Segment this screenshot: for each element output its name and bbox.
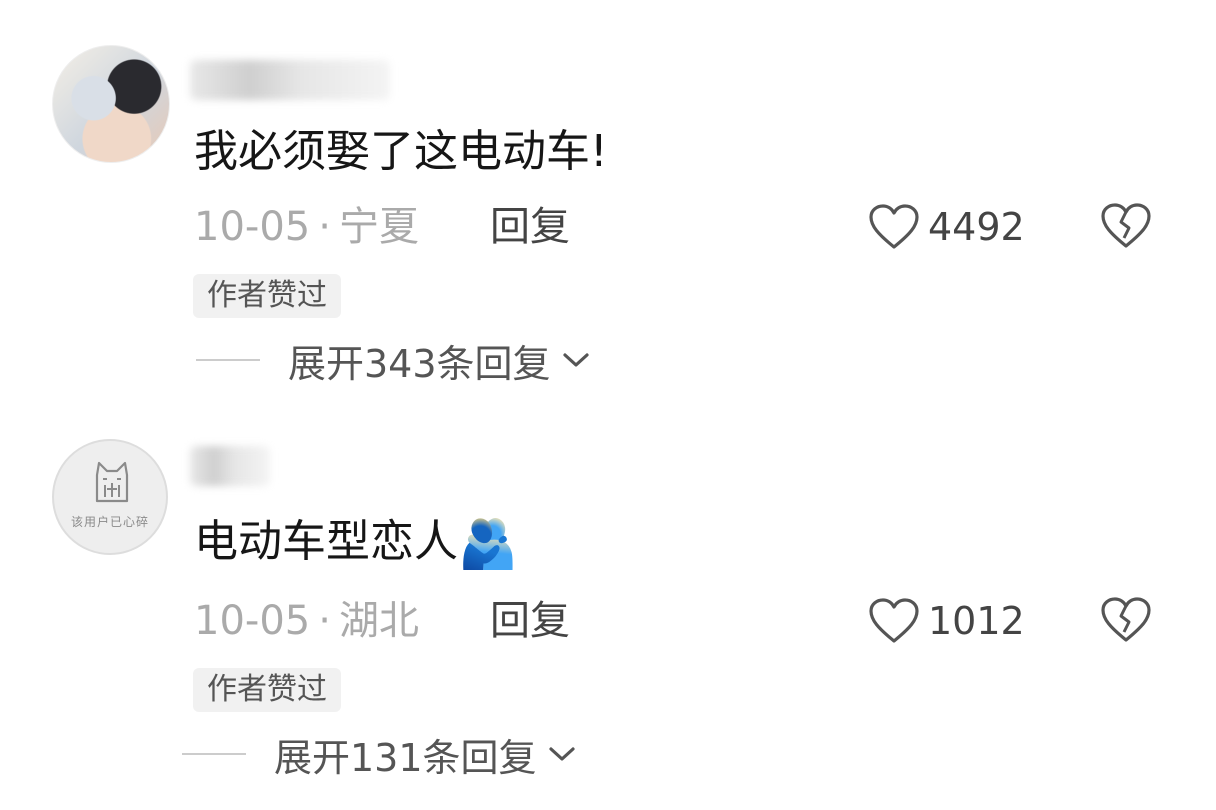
reply-button[interactable]: 回复 <box>490 202 570 252</box>
heart-outline-icon <box>869 204 919 249</box>
chevron-down-icon <box>548 747 575 761</box>
avatar-caption: 该用户已心碎 <box>70 515 149 529</box>
meta-separator: · <box>318 204 331 250</box>
comment-location: 宁夏 <box>338 204 419 250</box>
divider-line <box>182 753 246 755</box>
like-count: 1012 <box>928 599 1025 643</box>
comment-date: 10-05 <box>194 204 311 250</box>
expand-replies-label: 展开343条回复 <box>288 341 551 386</box>
broken-heart-icon <box>1101 203 1151 248</box>
comment-location: 湖北 <box>338 598 419 644</box>
author-liked-badge: 作者赞过 <box>193 274 341 318</box>
user-avatar[interactable] <box>52 45 170 163</box>
username-blurred[interactable] <box>190 60 390 100</box>
expand-replies-label: 展开131条回复 <box>274 735 537 780</box>
reply-button[interactable]: 回复 <box>490 596 570 646</box>
like-count: 4492 <box>928 205 1025 249</box>
meta-separator: · <box>318 598 331 644</box>
author-liked-badge: 作者赞过 <box>193 668 341 712</box>
like-button[interactable]: 1012 <box>868 596 1025 646</box>
hug-emoji: 🫂 <box>458 516 518 572</box>
broken-heart-icon <box>1101 597 1151 642</box>
like-button[interactable]: 4492 <box>868 202 1025 252</box>
comment-date: 10-05 <box>194 598 311 644</box>
comment-text: 电动车型恋人🫂 <box>194 516 518 572</box>
cat-icon <box>95 461 129 503</box>
dislike-button[interactable] <box>1100 596 1152 646</box>
divider-line <box>196 359 260 361</box>
expand-replies-button[interactable]: 展开343条回复 <box>196 334 591 386</box>
comment-meta: 10-05 · 宁夏 <box>194 202 419 252</box>
comment-meta: 10-05 · 湖北 <box>194 596 419 646</box>
chevron-down-icon <box>562 353 589 367</box>
dislike-button[interactable] <box>1100 202 1152 252</box>
username-blurred[interactable] <box>190 446 270 486</box>
user-avatar[interactable]: 该用户已心碎 <box>52 439 168 555</box>
comment-text: 我必须娶了这电动车! <box>194 126 608 177</box>
expand-replies-button[interactable]: 展开131条回复 <box>182 728 577 780</box>
heart-outline-icon <box>869 598 919 643</box>
